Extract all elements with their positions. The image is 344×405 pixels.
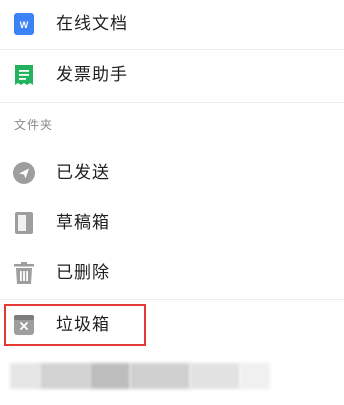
- folder-item-spam[interactable]: 垃圾箱: [0, 301, 344, 349]
- divider: [0, 102, 344, 103]
- svg-text:W: W: [20, 20, 29, 30]
- menu-item-online-docs[interactable]: W 在线文档: [0, 0, 344, 48]
- trash-icon: [13, 262, 35, 284]
- menu-item-label: 发票助手: [56, 65, 128, 85]
- folder-item-label: 已删除: [56, 263, 110, 283]
- section-label-folders: 文件夹: [14, 118, 54, 132]
- folder-item-label: 已发送: [56, 163, 110, 183]
- spam-icon: [13, 314, 35, 336]
- menu-item-label: 在线文档: [56, 14, 128, 34]
- divider: [0, 299, 344, 300]
- folder-item-sent[interactable]: 已发送: [0, 149, 344, 197]
- divider: [0, 49, 344, 50]
- invoice-icon: [13, 64, 35, 86]
- folder-item-drafts[interactable]: 草稿箱: [0, 199, 344, 247]
- folder-item-label: 草稿箱: [56, 213, 110, 233]
- menu-item-invoice-assistant[interactable]: 发票助手: [0, 51, 344, 99]
- folder-item-label: 垃圾箱: [56, 315, 110, 335]
- drafts-icon: [13, 212, 35, 234]
- folder-item-deleted[interactable]: 已删除: [0, 249, 344, 297]
- online-doc-icon: W: [13, 13, 35, 35]
- sent-icon: [13, 162, 35, 184]
